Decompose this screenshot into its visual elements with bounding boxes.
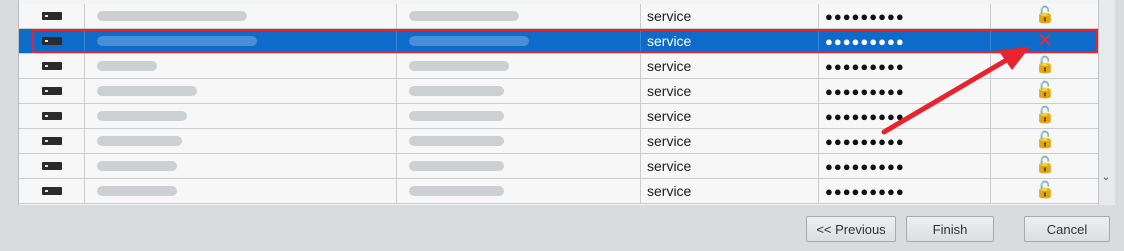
unlocked-padlock-icon: 🔓 bbox=[1035, 157, 1055, 174]
ip-cell bbox=[397, 104, 641, 128]
ip-cell bbox=[397, 54, 641, 78]
username-cell: service bbox=[641, 54, 819, 78]
lock-cell[interactable]: 🔓 bbox=[991, 104, 1099, 128]
username-cell: service bbox=[641, 179, 819, 203]
table-row[interactable]: service ●●●●●●●●● 🔓 bbox=[19, 79, 1099, 104]
redacted-ip bbox=[409, 61, 509, 71]
redacted-name bbox=[97, 111, 187, 121]
redacted-ip bbox=[409, 11, 519, 21]
lock-cell[interactable]: 🔓 bbox=[991, 79, 1099, 103]
password-cell: ●●●●●●●●● bbox=[819, 4, 991, 28]
name-cell bbox=[85, 179, 397, 203]
unlocked-padlock-icon: 🔓 bbox=[1035, 132, 1055, 149]
table-row[interactable]: service ●●●●●●●●● 🔓 bbox=[19, 129, 1099, 154]
password-cell: ●●●●●●●●● bbox=[819, 29, 991, 53]
unlocked-padlock-icon: 🔓 bbox=[1035, 82, 1055, 99]
table-row[interactable]: service ●●●●●●●●● 🔓 bbox=[19, 54, 1099, 79]
name-cell bbox=[85, 79, 397, 103]
device-cell bbox=[19, 79, 85, 103]
password-cell: ●●●●●●●●● bbox=[819, 154, 991, 178]
redacted-name bbox=[97, 136, 182, 146]
table-row[interactable]: service ●●●●●●●●● 🔓 bbox=[19, 4, 1099, 29]
device-cell bbox=[19, 4, 85, 28]
redacted-name bbox=[97, 161, 177, 171]
lock-cell[interactable]: ✕ bbox=[991, 29, 1099, 53]
redacted-name bbox=[97, 86, 197, 96]
device-icon bbox=[41, 187, 62, 195]
ip-cell bbox=[397, 29, 641, 53]
device-icon bbox=[41, 87, 62, 95]
redacted-ip bbox=[409, 161, 504, 171]
ip-cell bbox=[397, 179, 641, 203]
device-cell bbox=[19, 54, 85, 78]
username-cell: service bbox=[641, 29, 819, 53]
username-cell: service bbox=[641, 79, 819, 103]
unlocked-padlock-icon: 🔓 bbox=[1035, 107, 1055, 124]
ip-cell bbox=[397, 154, 641, 178]
username-cell: service bbox=[641, 104, 819, 128]
unlocked-padlock-icon: 🔓 bbox=[1035, 7, 1055, 24]
unlocked-padlock-icon: 🔓 bbox=[1035, 182, 1055, 199]
name-cell bbox=[85, 104, 397, 128]
table-row[interactable]: service ●●●●●●●●● 🔓 bbox=[19, 154, 1099, 179]
ip-cell bbox=[397, 4, 641, 28]
redacted-ip bbox=[409, 136, 504, 146]
unlocked-padlock-icon: 🔓 bbox=[1035, 57, 1055, 74]
table-row[interactable]: service ●●●●●●●●● 🔓 bbox=[19, 179, 1099, 204]
password-cell: ●●●●●●●●● bbox=[819, 129, 991, 153]
device-cell bbox=[19, 179, 85, 203]
username-cell: service bbox=[641, 129, 819, 153]
table-row-selected[interactable]: service ●●●●●●●●● ✕ bbox=[19, 29, 1099, 54]
password-cell: ●●●●●●●●● bbox=[819, 104, 991, 128]
password-cell: ●●●●●●●●● bbox=[819, 54, 991, 78]
device-icon bbox=[41, 62, 62, 70]
device-icon bbox=[41, 12, 62, 20]
device-cell bbox=[19, 154, 85, 178]
table-row[interactable]: service ●●●●●●●●● 🔓 bbox=[19, 104, 1099, 129]
previous-button[interactable]: << Previous bbox=[806, 216, 896, 242]
redacted-name bbox=[97, 61, 157, 71]
name-cell bbox=[85, 129, 397, 153]
device-icon bbox=[41, 162, 62, 170]
x-icon: ✕ bbox=[1036, 30, 1054, 52]
name-cell bbox=[85, 154, 397, 178]
scroll-down-icon[interactable]: ⌄ bbox=[1099, 170, 1113, 183]
lock-cell[interactable]: 🔓 bbox=[991, 154, 1099, 178]
redacted-ip bbox=[409, 186, 504, 196]
ip-cell bbox=[397, 129, 641, 153]
ip-cell bbox=[397, 79, 641, 103]
name-cell bbox=[85, 54, 397, 78]
finish-button[interactable]: Finish bbox=[906, 216, 994, 242]
name-cell bbox=[85, 29, 397, 53]
redacted-ip bbox=[409, 111, 504, 121]
redacted-name bbox=[97, 36, 257, 46]
redacted-name bbox=[97, 11, 247, 21]
password-cell: ●●●●●●●●● bbox=[819, 179, 991, 203]
cancel-button[interactable]: Cancel bbox=[1024, 216, 1110, 242]
password-cell: ●●●●●●●●● bbox=[819, 79, 991, 103]
lock-cell[interactable]: 🔓 bbox=[991, 129, 1099, 153]
device-icon bbox=[41, 137, 62, 145]
device-icon bbox=[41, 112, 62, 120]
device-cell bbox=[19, 104, 85, 128]
username-cell: service bbox=[641, 154, 819, 178]
redacted-ip bbox=[409, 86, 504, 96]
device-table: service ●●●●●●●●● 🔓 service ●●●●●●●●● ✕ … bbox=[18, 0, 1100, 205]
lock-cell[interactable]: 🔓 bbox=[991, 54, 1099, 78]
lock-cell[interactable]: 🔓 bbox=[991, 179, 1099, 203]
device-cell bbox=[19, 129, 85, 153]
redacted-ip bbox=[409, 36, 529, 46]
redacted-name bbox=[97, 186, 177, 196]
device-icon bbox=[41, 37, 62, 45]
name-cell bbox=[85, 4, 397, 28]
lock-cell[interactable]: 🔓 bbox=[991, 4, 1099, 28]
device-cell bbox=[19, 29, 85, 53]
username-cell: service bbox=[641, 4, 819, 28]
